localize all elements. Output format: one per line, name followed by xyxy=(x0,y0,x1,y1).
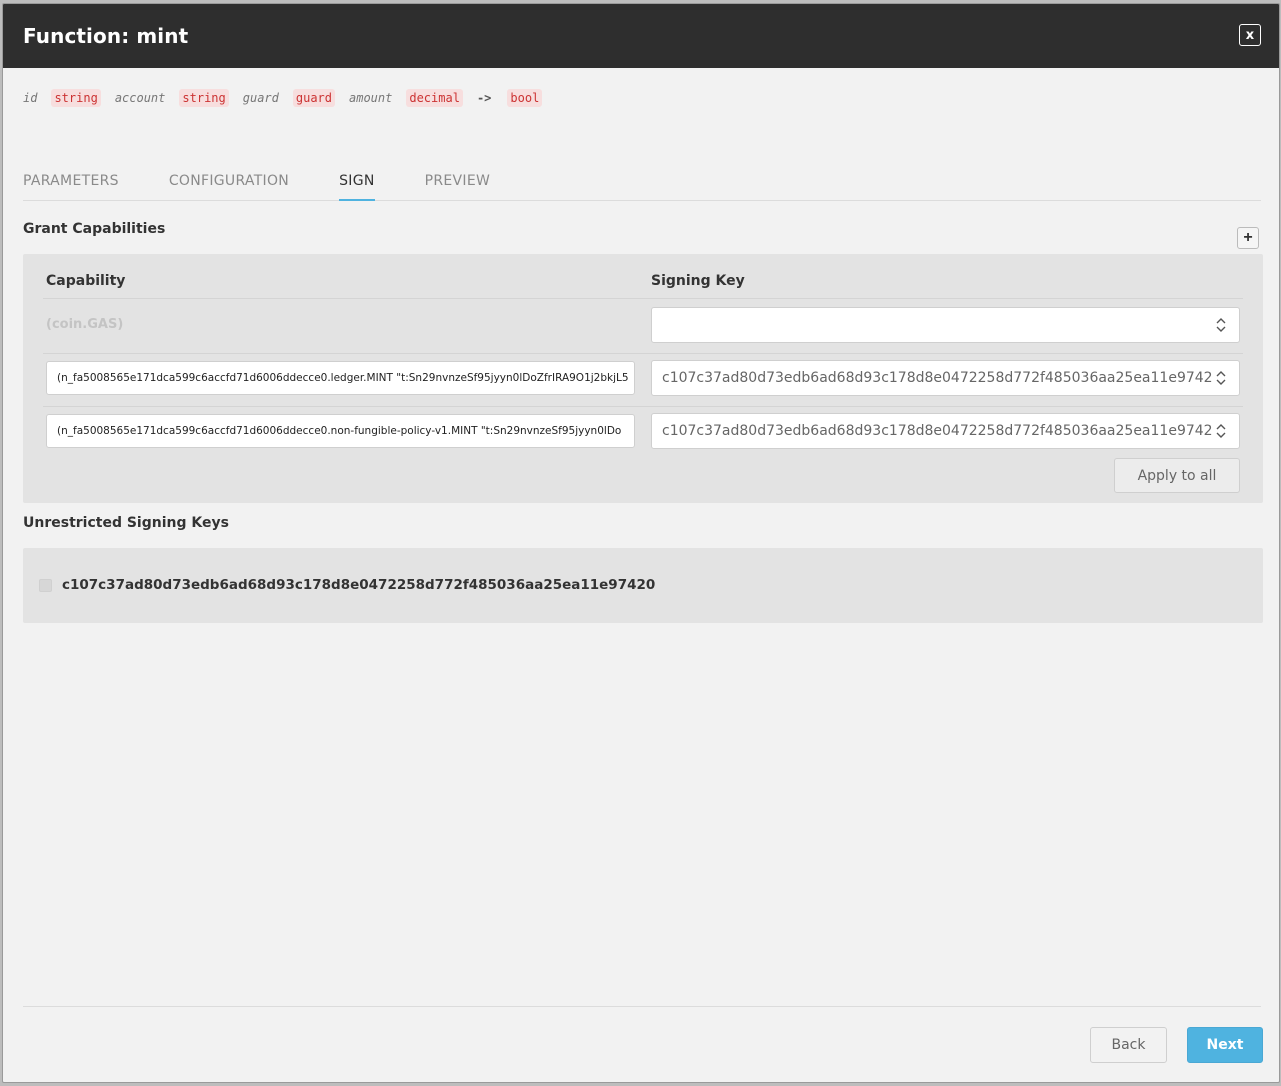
return-type: bool xyxy=(507,89,543,107)
unrestricted-signing-keys-title: Unrestricted Signing Keys xyxy=(23,515,229,531)
signing-key-value: c107c37ad80d73edb6ad68d93c178d8e0472258d… xyxy=(662,370,1213,386)
tab-parameters[interactable]: PARAMETERS xyxy=(23,164,119,201)
add-capability-button[interactable]: + xyxy=(1237,227,1259,249)
param-name: guard xyxy=(242,91,279,105)
dialog-title: Function: mint xyxy=(23,24,189,48)
dialog-titlebar: Function: mint x xyxy=(3,4,1279,68)
signing-key-column-header: Signing Key xyxy=(651,273,745,289)
signing-key-select[interactable]: c107c37ad80d73edb6ad68d93c178d8e0472258d… xyxy=(651,360,1240,396)
capability-column-header: Capability xyxy=(46,273,126,289)
row-divider xyxy=(43,298,1243,299)
unrestricted-keys-panel: c107c37ad80d73edb6ad68d93c178d8e0472258d… xyxy=(23,548,1263,623)
tab-configuration[interactable]: CONFIGURATION xyxy=(169,164,289,201)
updown-chevron-icon xyxy=(1216,318,1226,332)
param-type: string xyxy=(51,89,101,107)
tab-bar: PARAMETERS CONFIGURATION SIGN PREVIEW xyxy=(23,164,1261,201)
unrestricted-key-checkbox[interactable] xyxy=(39,579,52,592)
function-dialog: Function: mint x id string account strin… xyxy=(2,3,1280,1083)
row-divider xyxy=(43,353,1243,354)
param-type: guard xyxy=(292,89,335,107)
updown-chevron-icon xyxy=(1216,424,1226,438)
next-button[interactable]: Next xyxy=(1187,1027,1263,1063)
close-button[interactable]: x xyxy=(1239,24,1261,46)
capabilities-panel: Capability Signing Key (coin.GAS) (n_fa5… xyxy=(23,254,1263,503)
capability-gas-label: (coin.GAS) xyxy=(46,317,124,332)
param-name: amount xyxy=(349,91,393,105)
apply-to-all-button[interactable]: Apply to all xyxy=(1114,458,1240,493)
param-name: id xyxy=(23,91,38,105)
function-signature: id string account string guard guard amo… xyxy=(23,89,556,107)
back-button[interactable]: Back xyxy=(1090,1027,1167,1063)
updown-chevron-icon xyxy=(1216,371,1226,385)
row-divider xyxy=(43,406,1243,407)
capability-input[interactable]: (n_fa5008565e171dca599c6accfd71d6006ddec… xyxy=(46,414,635,448)
tab-preview[interactable]: PREVIEW xyxy=(425,164,491,201)
unrestricted-key-label: c107c37ad80d73edb6ad68d93c178d8e0472258d… xyxy=(62,577,656,593)
capability-input[interactable]: (n_fa5008565e171dca599c6accfd71d6006ddec… xyxy=(46,361,635,395)
param-type: string xyxy=(179,89,229,107)
param-type: decimal xyxy=(406,89,463,107)
signing-key-value: c107c37ad80d73edb6ad68d93c178d8e0472258d… xyxy=(662,423,1213,439)
signing-key-select[interactable]: c107c37ad80d73edb6ad68d93c178d8e0472258d… xyxy=(651,413,1240,449)
param-name: account xyxy=(114,91,166,105)
footer-divider xyxy=(23,1006,1261,1007)
signing-key-select[interactable] xyxy=(651,307,1240,343)
tab-sign[interactable]: SIGN xyxy=(339,164,375,201)
return-arrow: -> xyxy=(476,91,492,105)
grant-capabilities-title: Grant Capabilities xyxy=(23,221,166,237)
